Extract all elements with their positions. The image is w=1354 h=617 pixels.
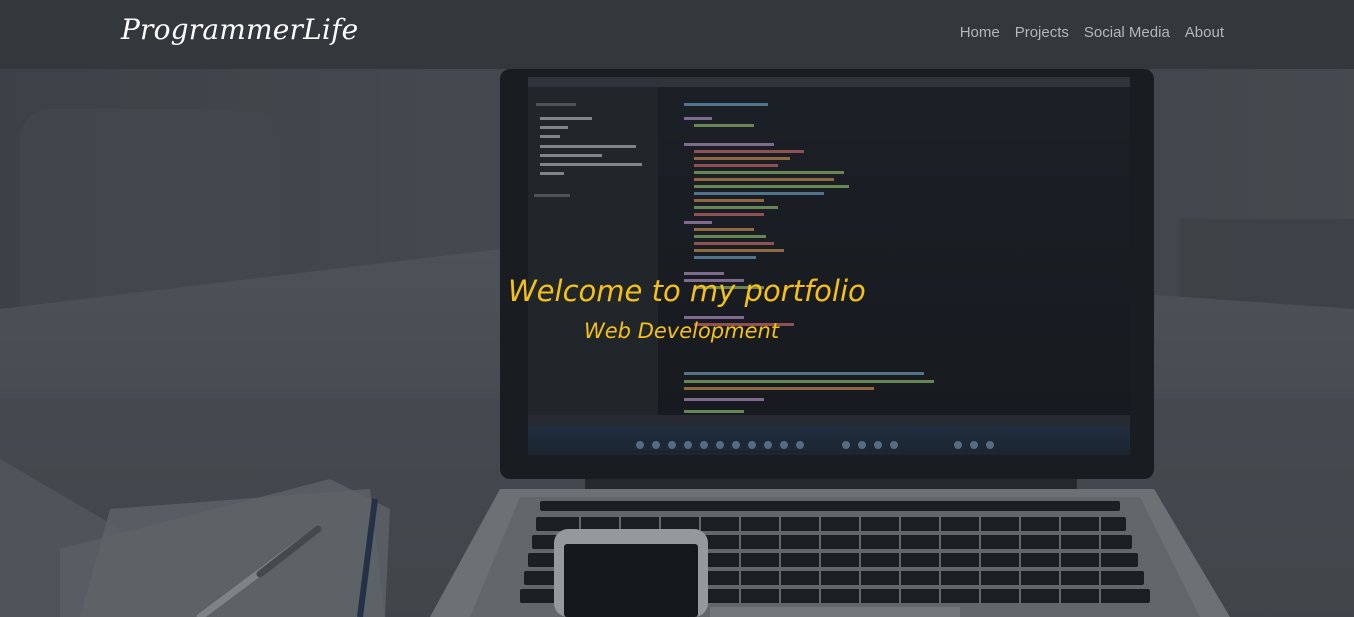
- brand-logo[interactable]: ProgrammerLife: [121, 13, 358, 46]
- navbar: ProgrammerLife Home Projects Social Medi…: [0, 0, 1354, 69]
- nav-link-home[interactable]: Home: [960, 24, 1000, 41]
- nav-link-about[interactable]: About: [1185, 24, 1224, 41]
- hero-subtitle: Web Development: [584, 319, 780, 343]
- page: ProgrammerLife Home Projects Social Medi…: [0, 0, 1354, 617]
- hero-section: Welcome to my portfolio Web Development: [0, 69, 1354, 617]
- nav-links: Home Projects Social Media About: [960, 24, 1224, 41]
- nav-link-projects[interactable]: Projects: [1015, 24, 1069, 41]
- hero-title: Welcome to my portfolio: [508, 274, 866, 308]
- hero-text-container: Welcome to my portfolio Web Development: [0, 69, 1354, 617]
- nav-link-social-media[interactable]: Social Media: [1084, 24, 1170, 41]
